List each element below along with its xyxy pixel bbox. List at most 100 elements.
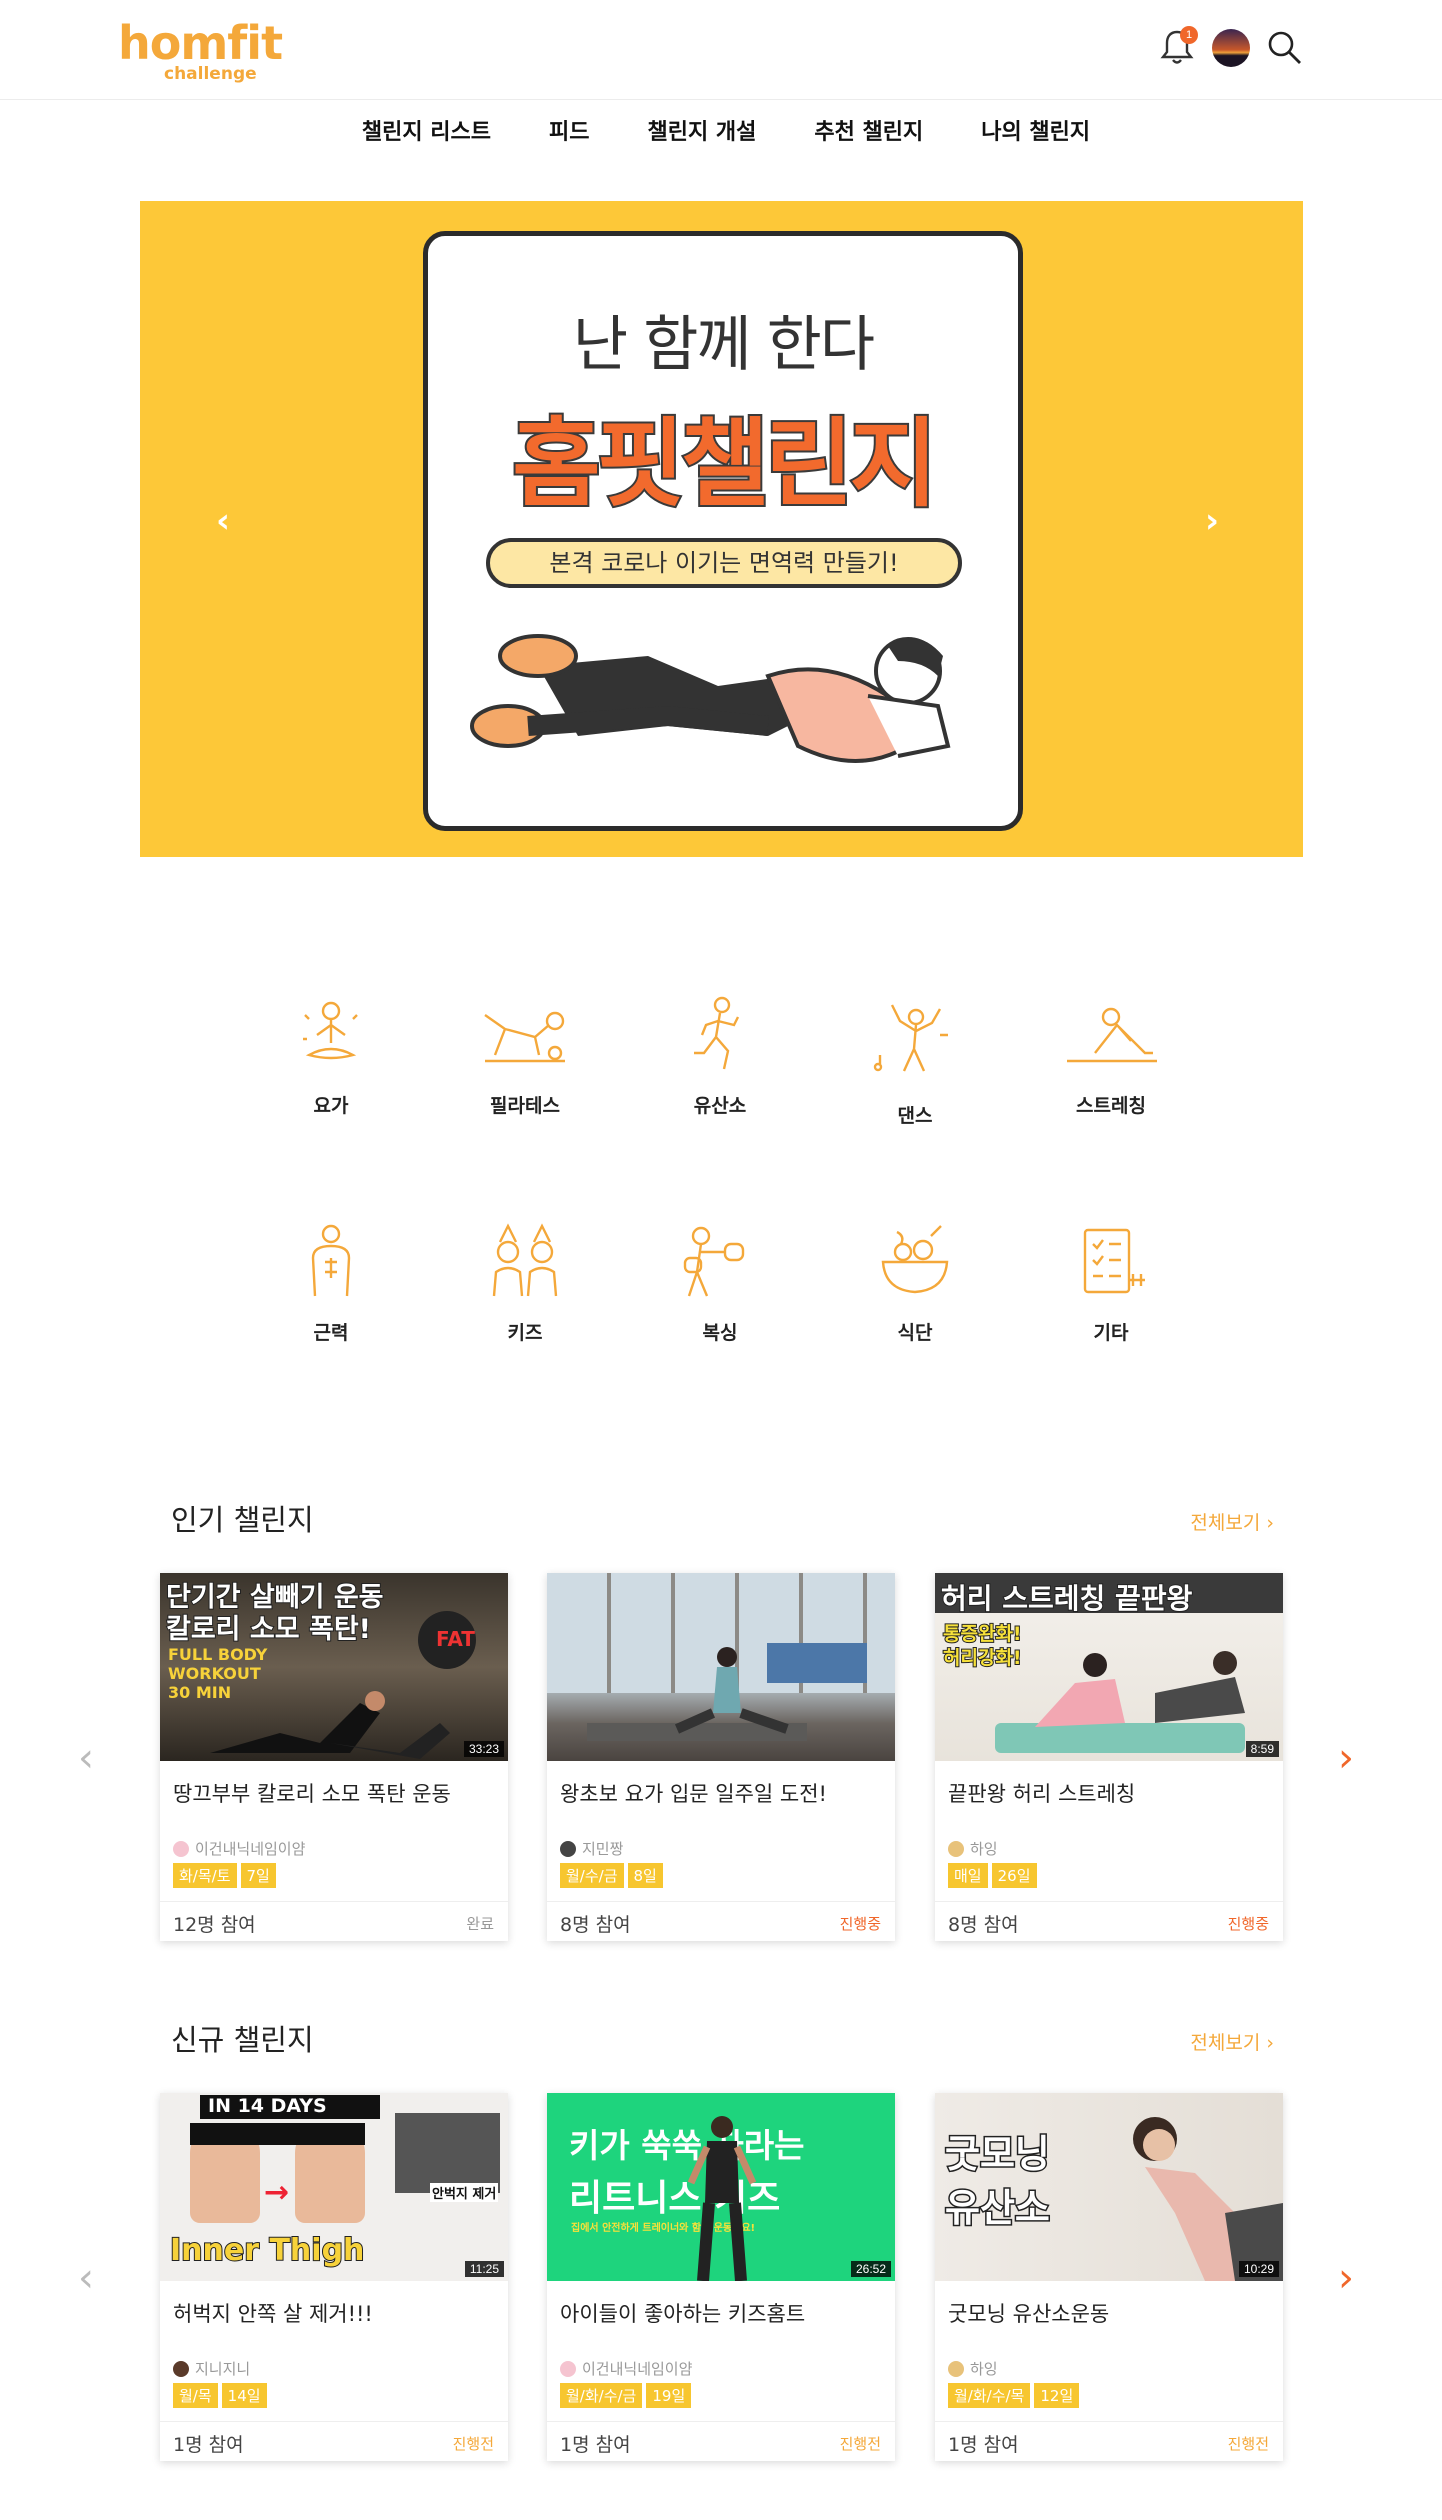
notification-button[interactable]: 1 — [1160, 26, 1198, 68]
category-label: 필라테스 — [490, 1095, 560, 1117]
header-icons: 1 — [1160, 26, 1304, 70]
card-title: 땅끄부부 칼로리 소모 폭탄 운동 — [173, 1782, 451, 1806]
tag-days: 매일 — [948, 1863, 988, 1888]
category-kids[interactable]: 키즈 — [450, 1222, 600, 1345]
popular-prev-button[interactable]: ‹ — [78, 1735, 94, 1781]
card-thumbnail: IN 14 DAYS → 안벅지 제거 Inner Thigh 11:25 — [160, 2093, 508, 2281]
search-icon[interactable] — [1266, 29, 1304, 67]
avatar[interactable] — [1212, 29, 1250, 67]
category-strength[interactable]: 근력 — [256, 1222, 406, 1345]
kids-icon — [492, 1223, 558, 1297]
status-badge: 진행전 — [839, 2435, 881, 2453]
thumb-text: 허리 스트레칭 끝판왕 — [940, 1581, 1193, 1616]
tag-period: 26일 — [991, 1863, 1037, 1888]
banner-illustration — [470, 634, 951, 763]
thumb-text: 유산소 — [944, 2185, 1052, 2232]
woman-exercise-graphic — [1133, 2117, 1283, 2281]
user-name: 지니지니 — [195, 2360, 251, 2378]
participants-count: 1명 참여 — [173, 2434, 244, 2456]
challenge-card[interactable]: 키가 쑥쑥 자라는 리트니스 키즈 집에서 안전하게 트레이너와 함께 운동해요… — [547, 2093, 895, 2461]
popular-see-all-link[interactable]: 전체보기 › — [1190, 1508, 1274, 1535]
shorts-graphic — [190, 2123, 365, 2145]
tag-days: 월/화/수/금 — [560, 2383, 643, 2408]
tag-period: 12일 — [1034, 2383, 1080, 2408]
user-avatar — [948, 1840, 964, 1857]
thumb-text: FULL BODY — [168, 1645, 268, 1664]
challenge-card[interactable]: 단기간 살빼기 운동 칼로리 소모 폭탄! FULL BODY WORKOUT … — [160, 1573, 508, 1941]
dance-icon — [873, 1004, 948, 1072]
thumb-text: IN 14 DAYS — [208, 2095, 327, 2117]
video-duration: 10:29 — [1238, 2261, 1279, 2277]
card-tags: 화/목/토 7일 — [173, 1863, 276, 1888]
category-dance[interactable]: 댄스 — [840, 995, 990, 1128]
banner-next-button[interactable]: › — [1205, 501, 1219, 541]
user-name: 지민짱 — [582, 1840, 624, 1858]
arrow-right-icon: → — [264, 2175, 290, 2210]
chevron-right-icon: › — [1266, 2032, 1274, 2054]
thumb-text: FAT — [436, 1627, 475, 1651]
new-see-all-link[interactable]: 전체보기 › — [1190, 2028, 1274, 2055]
popular-next-button[interactable]: › — [1338, 1735, 1354, 1781]
category-yoga[interactable]: 요가 — [256, 995, 406, 1118]
logo[interactable]: homfit challenge — [118, 18, 318, 88]
notification-badge: 1 — [1180, 26, 1198, 44]
category-stretching[interactable]: 스트레칭 — [1036, 995, 1186, 1118]
tag-days: 월/화/수/목 — [948, 2383, 1031, 2408]
participants-count: 8명 참여 — [948, 1914, 1019, 1936]
pilates-icon — [484, 1011, 565, 1063]
nav-my-challenge[interactable]: 나의 챌린지 — [981, 114, 1090, 146]
participants-count: 8명 참여 — [560, 1914, 631, 1936]
thumb-text: 안벅지 제거 — [430, 2183, 499, 2202]
tag-days: 월/수/금 — [560, 1863, 624, 1888]
hero-banner[interactable]: ‹ › 난 함께 한다 홈핏챌린지 본격 코로나 이기는 면역력 만들기! — [140, 201, 1303, 857]
banner-headline: 난 함께 한다 — [572, 310, 875, 380]
challenge-card[interactable]: 왕초보 요가 입문 일주일 도전! 지민짱 월/수/금 8일 8명 참여 진행중 — [547, 1573, 895, 1941]
nav-feed[interactable]: 피드 — [549, 114, 589, 146]
category-label: 키즈 — [507, 1322, 543, 1344]
banner-card: 난 함께 한다 홈핏챌린지 본격 코로나 이기는 면역력 만들기! — [423, 231, 1023, 831]
category-label: 식단 — [897, 1322, 933, 1344]
category-diet[interactable]: 식단 — [840, 1222, 990, 1345]
card-title: 끝판왕 허리 스트레칭 — [948, 1782, 1136, 1806]
banner-prev-button[interactable]: ‹ — [216, 501, 230, 541]
category-pilates[interactable]: 필라테스 — [450, 995, 600, 1118]
video-duration: 33:23 — [463, 1741, 504, 1757]
popular-section-title: 인기 챌린지 — [171, 1503, 314, 1537]
card-user: 이건내닉네임이얌 — [173, 1838, 305, 1859]
challenge-card[interactable]: 굿모닝 유산소 10:29 굿모닝 유산소운동 하잉 월/화/수/목 12일 1… — [935, 2093, 1283, 2461]
thumb-text: 통증완화! — [942, 1622, 1023, 1646]
status-badge: 진행중 — [839, 1915, 881, 1933]
card-user: 지니지니 — [173, 2358, 250, 2379]
card-tags: 매일 26일 — [948, 1863, 1037, 1888]
challenge-card[interactable]: 허리 스트레칭 끝판왕 통증완화! 허리강화! 8:59 끝판왕 허리 스트레칭… — [935, 1573, 1283, 1941]
card-footer: 8명 참여 진행중 — [935, 1901, 1283, 1941]
video-duration: 11:25 — [464, 2261, 504, 2277]
status-badge: 진행중 — [1227, 1915, 1269, 1933]
category-label: 댄스 — [897, 1105, 933, 1127]
card-footer: 1명 참여 진행전 — [160, 2421, 508, 2461]
category-boxing[interactable]: 복싱 — [645, 1222, 795, 1345]
card-user: 이건내닉네임이얌 — [560, 2358, 692, 2379]
thumb-text: Inner Thigh — [169, 2232, 365, 2269]
participants-count: 1명 참여 — [560, 2434, 631, 2456]
anatomy-graphic — [395, 2113, 500, 2193]
new-next-button[interactable]: › — [1338, 2255, 1354, 2301]
challenge-card[interactable]: IN 14 DAYS → 안벅지 제거 Inner Thigh 11:25 허벅… — [160, 2093, 508, 2461]
boxing-icon — [683, 1226, 745, 1297]
card-user: 하잉 — [948, 1838, 998, 1859]
nav-challenge-list[interactable]: 챌린지 리스트 — [362, 114, 491, 146]
category-label: 요가 — [313, 1095, 349, 1117]
new-prev-button[interactable]: ‹ — [78, 2255, 94, 2301]
nav-recommended[interactable]: 추천 챌린지 — [814, 114, 923, 146]
participants-count: 12명 참여 — [173, 1914, 256, 1936]
card-tags: 월/화/수/금 19일 — [560, 2383, 692, 2408]
chevron-right-icon: › — [1266, 1512, 1274, 1534]
category-cardio[interactable]: 유산소 — [645, 995, 795, 1118]
user-name: 하잉 — [970, 1840, 998, 1858]
category-etc[interactable]: 기타 — [1036, 1222, 1186, 1345]
see-all-label: 전체보기 — [1190, 2032, 1261, 2054]
nav-create-challenge[interactable]: 챌린지 개설 — [647, 114, 756, 146]
card-thumbnail: 키가 쑥쑥 자라는 리트니스 키즈 집에서 안전하게 트레이너와 함께 운동해요… — [547, 2093, 895, 2281]
running-icon — [694, 996, 740, 1070]
clipboard-icon — [1083, 1228, 1145, 1294]
